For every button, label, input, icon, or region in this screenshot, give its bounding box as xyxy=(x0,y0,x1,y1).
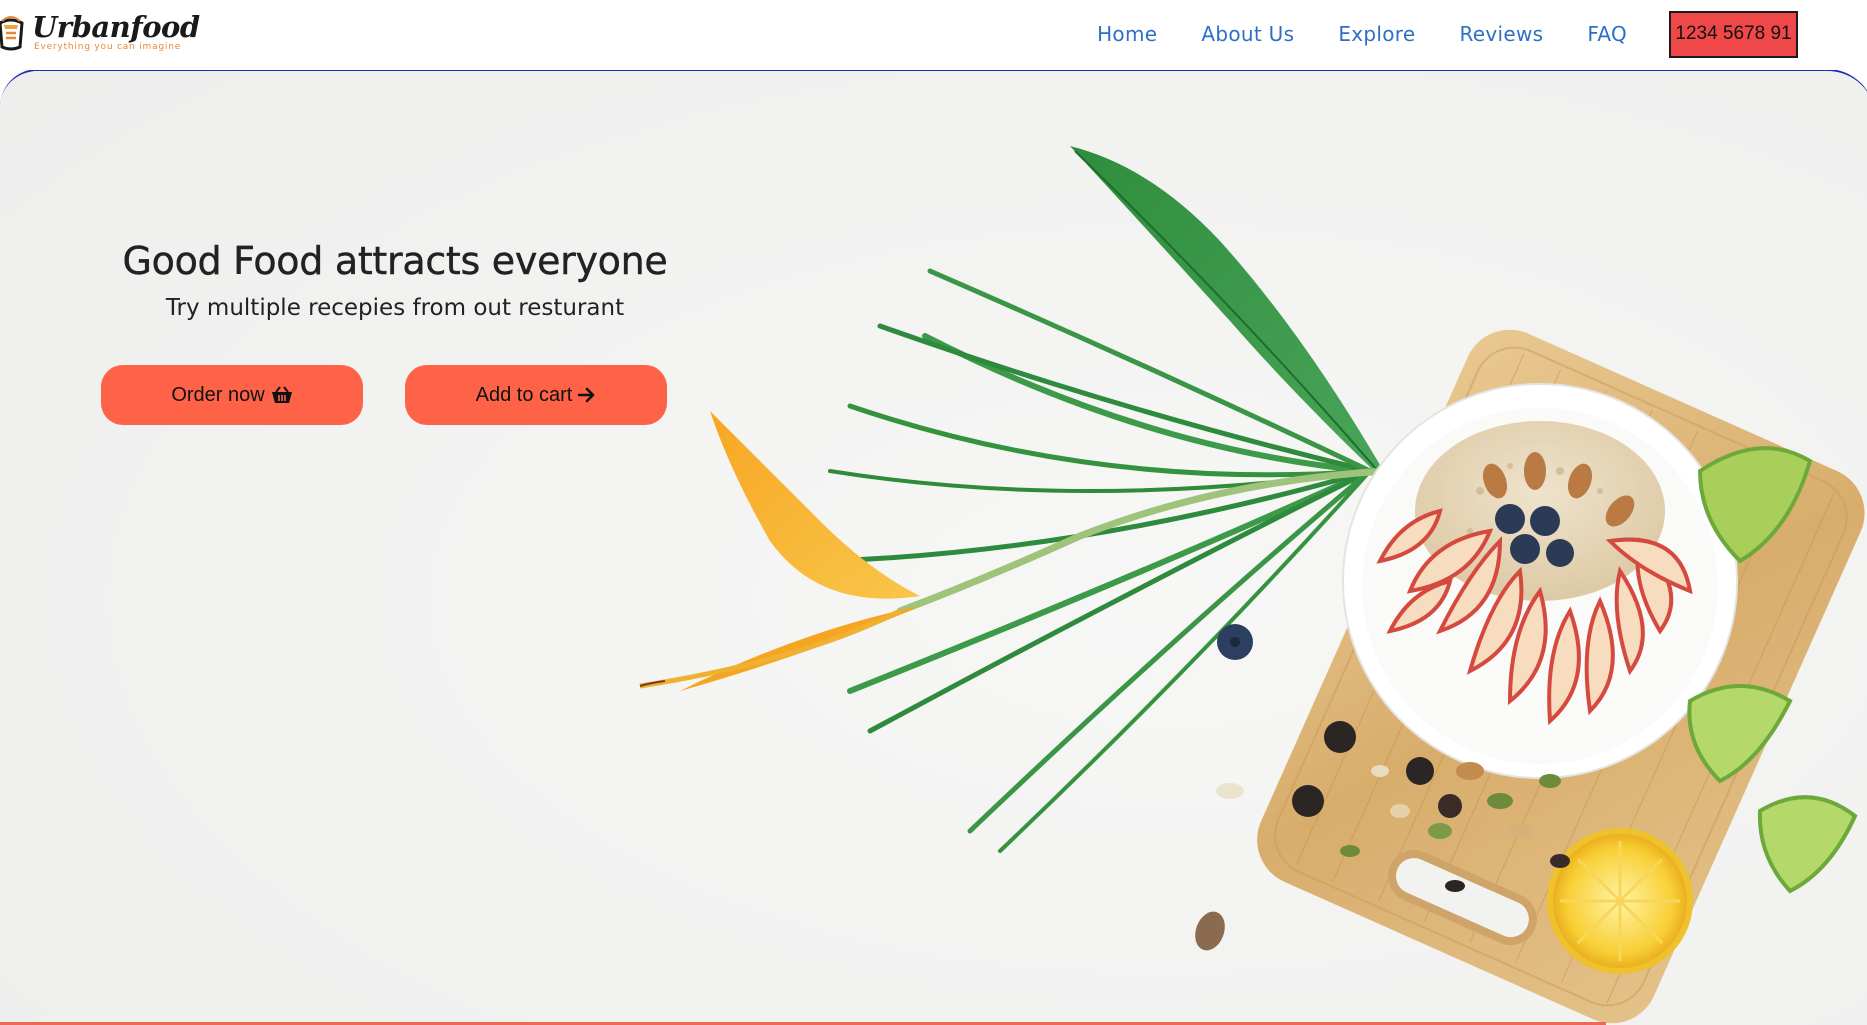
hero-subtitle: Try multiple recepies from out resturant xyxy=(165,295,625,321)
brand-tagline: Everything you can imagine xyxy=(34,41,182,52)
main-nav: Home About Us Explore Reviews FAQ 1234 5… xyxy=(1075,0,1867,68)
order-now-label: Order now xyxy=(171,383,265,406)
add-to-cart-button[interactable]: Add to cart xyxy=(405,365,667,425)
hero-section: Good Food attracts everyone Try multiple… xyxy=(0,69,1867,1025)
brand-name: Urbanfood xyxy=(32,9,200,44)
site-header: Urbanfood Everything you can imagine Hom… xyxy=(0,0,1867,70)
brand-text: Urbanfood Everything you can imagine xyxy=(32,11,200,52)
food-box-icon xyxy=(0,9,26,53)
nav-link-faq[interactable]: FAQ xyxy=(1587,22,1627,46)
add-to-cart-label: Add to cart xyxy=(475,383,573,406)
nav-link-home[interactable]: Home xyxy=(1097,22,1157,46)
food-bowl-illustration xyxy=(0,71,1867,1025)
nav-link-explore[interactable]: Explore xyxy=(1338,22,1415,46)
hero-title: Good Food attracts everyone xyxy=(122,239,668,283)
arrow-right-icon xyxy=(578,387,596,403)
nav-link-reviews[interactable]: Reviews xyxy=(1459,22,1543,46)
page: Urbanfood Everything you can imagine Hom… xyxy=(0,0,1867,1025)
basket-icon xyxy=(271,386,293,404)
nav-link-about-us[interactable]: About Us xyxy=(1201,22,1294,46)
brand-logo[interactable]: Urbanfood Everything you can imagine xyxy=(0,6,200,56)
hero-copy: Good Food attracts everyone Try multiple… xyxy=(100,239,690,321)
order-now-button[interactable]: Order now xyxy=(101,365,363,425)
phone-button[interactable]: 1234 5678 91 xyxy=(1669,10,1798,58)
